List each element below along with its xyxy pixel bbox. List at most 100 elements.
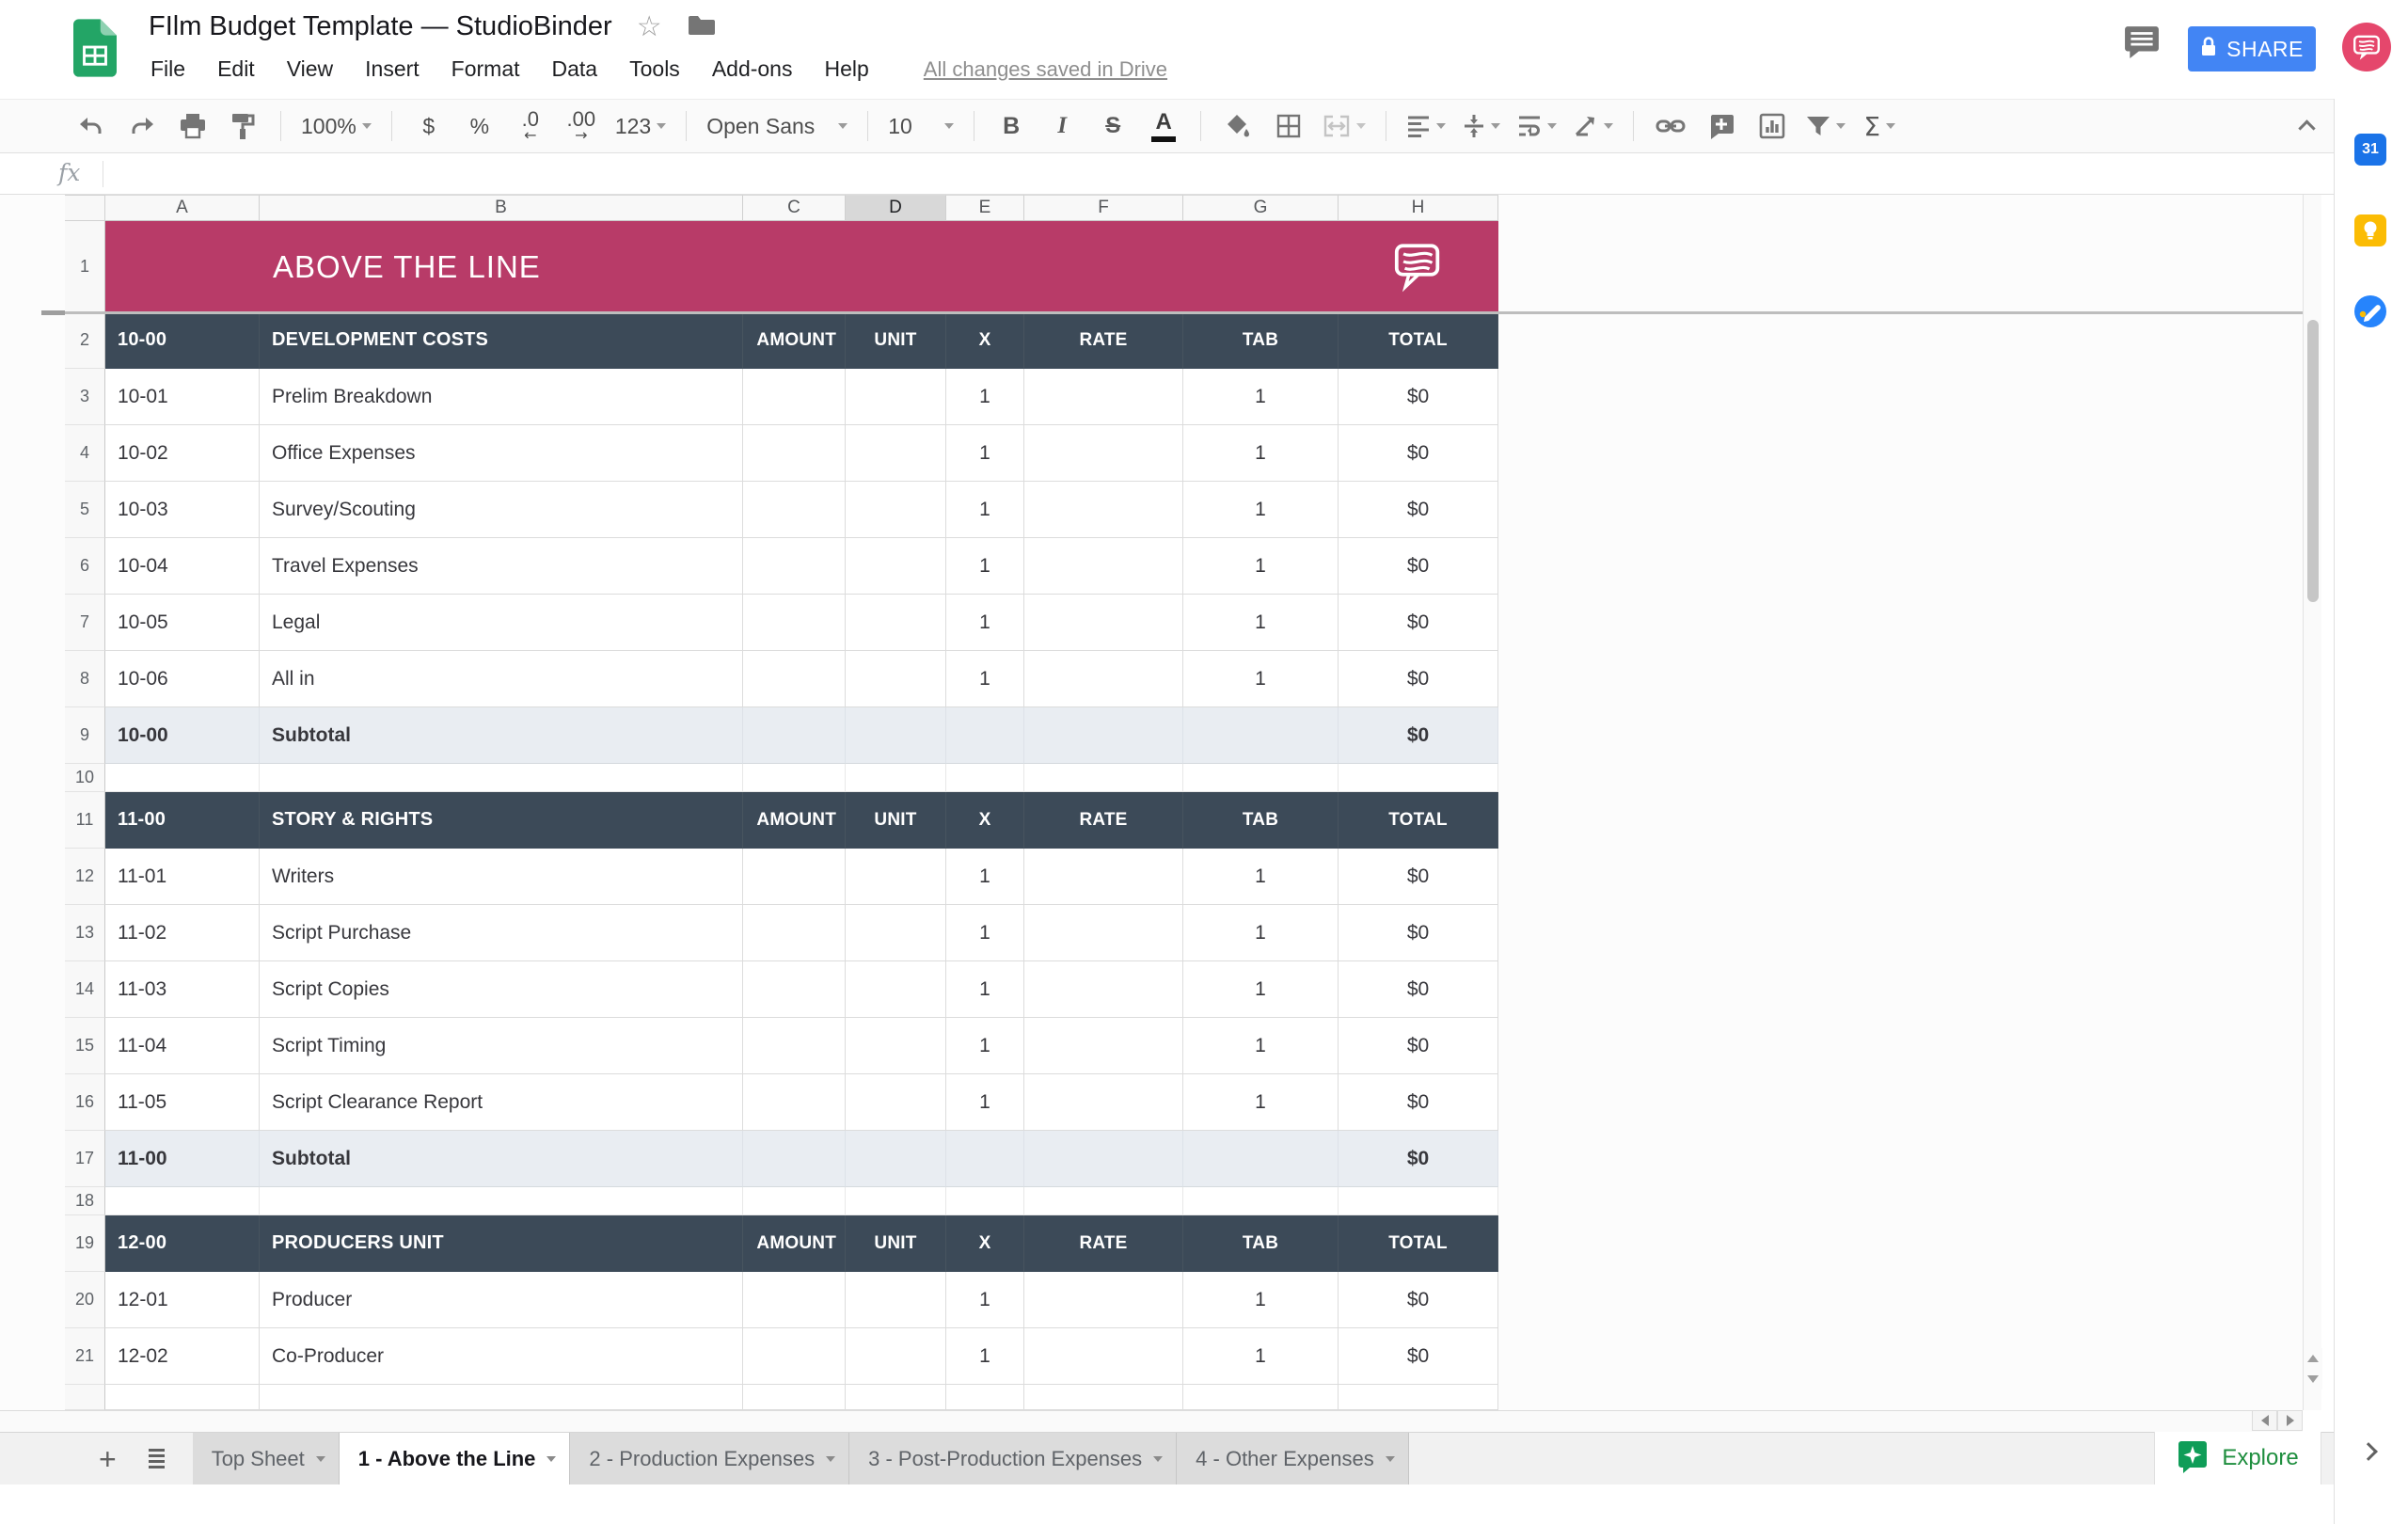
- cell-tab[interactable]: [1183, 1131, 1339, 1187]
- cell-rate[interactable]: [1024, 905, 1183, 961]
- italic-button[interactable]: I: [1045, 107, 1079, 145]
- cell[interactable]: [1183, 764, 1339, 792]
- cell-rate[interactable]: [1024, 595, 1183, 651]
- cell-total[interactable]: $0: [1339, 482, 1498, 538]
- functions-button[interactable]: Σ: [1862, 107, 1896, 145]
- decrease-decimal-button[interactable]: .0 ←: [514, 107, 547, 145]
- cell-code[interactable]: 12-02: [105, 1328, 260, 1385]
- cell-code[interactable]: 11-03: [105, 961, 260, 1018]
- row-number[interactable]: 3: [65, 369, 105, 425]
- menu-view[interactable]: View: [287, 56, 333, 82]
- cell-tab[interactable]: [1183, 707, 1339, 764]
- cell-x[interactable]: 1: [946, 1018, 1024, 1074]
- comments-button[interactable]: [2124, 24, 2160, 63]
- cell-amount[interactable]: [743, 707, 846, 764]
- cell-unit[interactable]: [846, 482, 946, 538]
- keep-icon[interactable]: [2354, 214, 2386, 246]
- cell-unit[interactable]: [846, 369, 946, 425]
- cell[interactable]: [105, 1187, 260, 1215]
- document-title[interactable]: FIlm Budget Template — StudioBinder: [149, 11, 612, 42]
- scroll-right-button[interactable]: [2277, 1410, 2303, 1431]
- increase-decimal-button[interactable]: .00 →: [564, 107, 598, 145]
- cell-tab-header[interactable]: TAB: [1183, 792, 1339, 849]
- cell-label[interactable]: Script Purchase: [260, 905, 743, 961]
- cell-total[interactable]: $0: [1339, 1272, 1498, 1328]
- cell-unit[interactable]: [846, 425, 946, 482]
- cell-tab[interactable]: 1: [1183, 1328, 1339, 1385]
- cell-label[interactable]: Script Timing: [260, 1018, 743, 1074]
- folder-icon[interactable]: [687, 12, 717, 41]
- text-wrap-button[interactable]: [1517, 107, 1557, 145]
- cell-code[interactable]: 11-00: [105, 1131, 260, 1187]
- cell-rate[interactable]: [1024, 369, 1183, 425]
- cell[interactable]: [1183, 1187, 1339, 1215]
- row-number[interactable]: 1: [65, 221, 105, 312]
- fill-color-button[interactable]: [1221, 107, 1255, 145]
- column-header-g[interactable]: G: [1183, 195, 1339, 221]
- cell-rate[interactable]: [1024, 1018, 1183, 1074]
- select-all-corner[interactable]: [65, 195, 105, 221]
- cell-x-header[interactable]: X: [946, 792, 1024, 849]
- cell-total[interactable]: $0: [1339, 849, 1498, 905]
- cell[interactable]: [1339, 764, 1498, 792]
- filter-button[interactable]: [1806, 107, 1846, 145]
- cell-tab[interactable]: 1: [1183, 482, 1339, 538]
- sheets-logo-icon[interactable]: [73, 19, 117, 77]
- cell[interactable]: [260, 1385, 743, 1410]
- cell-total[interactable]: $0: [1339, 1018, 1498, 1074]
- row-number[interactable]: 2: [65, 312, 105, 369]
- zoom-select[interactable]: 100%: [301, 107, 372, 145]
- menu-help[interactable]: Help: [824, 56, 868, 82]
- cell-x[interactable]: 1: [946, 905, 1024, 961]
- font-family-select[interactable]: Open Sans: [706, 107, 848, 145]
- cell-label[interactable]: Script Copies: [260, 961, 743, 1018]
- cell-tab[interactable]: 1: [1183, 1018, 1339, 1074]
- cell-unit[interactable]: [846, 905, 946, 961]
- cell-amount[interactable]: [743, 369, 846, 425]
- vertical-align-button[interactable]: [1463, 107, 1500, 145]
- star-icon[interactable]: ☆: [637, 13, 662, 41]
- cell-amount[interactable]: [743, 538, 846, 595]
- column-header-a[interactable]: A: [105, 195, 260, 221]
- insert-chart-button[interactable]: [1755, 107, 1789, 145]
- cell-x[interactable]: 1: [946, 1074, 1024, 1131]
- row-number[interactable]: 13: [65, 905, 105, 961]
- cell-amount[interactable]: [743, 1272, 846, 1328]
- cell-rate-header[interactable]: RATE: [1024, 1215, 1183, 1272]
- scroll-up-button[interactable]: [2304, 1348, 2322, 1369]
- column-header-b[interactable]: B: [260, 195, 743, 221]
- cell-label[interactable]: All in: [260, 651, 743, 707]
- column-header-d[interactable]: D: [846, 195, 946, 221]
- cell-unit[interactable]: [846, 1272, 946, 1328]
- text-rotation-button[interactable]: [1574, 107, 1613, 145]
- cell-amount[interactable]: [743, 1018, 846, 1074]
- font-size-select[interactable]: 10: [888, 107, 954, 145]
- cell-unit[interactable]: [846, 595, 946, 651]
- cell-tab[interactable]: 1: [1183, 849, 1339, 905]
- cell-rate-header[interactable]: RATE: [1024, 312, 1183, 369]
- cell-code[interactable]: 11-04: [105, 1018, 260, 1074]
- undo-button[interactable]: [74, 107, 108, 145]
- cell-rate[interactable]: [1024, 1074, 1183, 1131]
- column-header-e[interactable]: E: [946, 195, 1024, 221]
- cell-label[interactable]: DEVELOPMENT COSTS: [260, 312, 743, 369]
- cell-label[interactable]: Writers: [260, 849, 743, 905]
- cell-tab[interactable]: 1: [1183, 1272, 1339, 1328]
- cell[interactable]: [1183, 1385, 1339, 1410]
- row-number[interactable]: 11: [65, 792, 105, 849]
- cell-x[interactable]: 1: [946, 1328, 1024, 1385]
- cell-x[interactable]: 1: [946, 651, 1024, 707]
- cell-total[interactable]: $0: [1339, 651, 1498, 707]
- cell-total[interactable]: $0: [1339, 961, 1498, 1018]
- cell-rate[interactable]: [1024, 1272, 1183, 1328]
- formula-input[interactable]: [113, 153, 2314, 194]
- cell-x[interactable]: [946, 707, 1024, 764]
- cell-tab[interactable]: 1: [1183, 425, 1339, 482]
- cell[interactable]: [743, 1187, 846, 1215]
- cell-code[interactable]: 11-01: [105, 849, 260, 905]
- side-panel-collapse-button[interactable]: [2360, 1442, 2377, 1459]
- cell-label[interactable]: Office Expenses: [260, 425, 743, 482]
- cell-x[interactable]: 1: [946, 425, 1024, 482]
- row-number[interactable]: 16: [65, 1074, 105, 1131]
- cell-unit[interactable]: [846, 1074, 946, 1131]
